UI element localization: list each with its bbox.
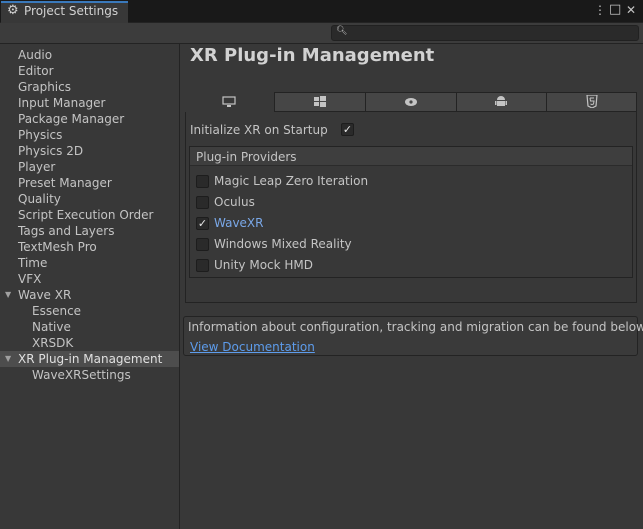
- sidebar-item-player[interactable]: Player: [0, 159, 179, 175]
- info-text: Information about configuration, trackin…: [188, 320, 643, 334]
- page-title: XR Plug-in Management: [190, 45, 435, 66]
- sidebar-item-label: Preset Manager: [18, 176, 112, 190]
- sidebar-item-quality[interactable]: Quality: [0, 191, 179, 207]
- sidebar-item-label: Editor: [18, 64, 54, 78]
- initialize-xr-label: Initialize XR on Startup: [190, 123, 328, 137]
- sidebar-item-time[interactable]: Time: [0, 255, 179, 271]
- sidebar-item-xrsdk[interactable]: XRSDK: [0, 335, 179, 351]
- search-input[interactable]: [331, 25, 639, 41]
- windows-icon: [314, 96, 326, 107]
- sidebar-item-package-manager[interactable]: Package Manager: [0, 111, 179, 127]
- provider-checkbox[interactable]: ✓: [196, 217, 209, 230]
- sidebar-item-graphics[interactable]: Graphics: [0, 79, 179, 95]
- sidebar-item-tags-and-layers[interactable]: Tags and Layers: [0, 223, 179, 239]
- sidebar-item-label: Quality: [18, 192, 61, 206]
- sidebar-item-wavexrsettings[interactable]: WaveXRSettings: [0, 367, 179, 383]
- lumin-icon: [405, 98, 417, 106]
- sidebar-item-vfx[interactable]: VFX: [0, 271, 179, 287]
- sidebar-item-label: Graphics: [18, 80, 71, 94]
- provider-checkbox[interactable]: [196, 196, 209, 209]
- provider-label[interactable]: Unity Mock HMD: [214, 258, 313, 272]
- sidebar-item-label: Physics 2D: [18, 144, 84, 158]
- sidebar-item-label: VFX: [18, 272, 42, 286]
- sidebar-item-label: Essence: [32, 304, 82, 318]
- kebab-menu-icon[interactable]: ⋮: [594, 3, 606, 17]
- sidebar-item-script-execution-order[interactable]: Script Execution Order: [0, 207, 179, 223]
- sidebar-item-label: Tags and Layers: [18, 224, 115, 238]
- provider-label[interactable]: WaveXR: [214, 216, 264, 230]
- sidebar-item-physics-2d[interactable]: Physics 2D: [0, 143, 179, 159]
- provider-label[interactable]: Oculus: [214, 195, 255, 209]
- sidebar-item-label: XR Plug-in Management: [18, 352, 163, 366]
- provider-label[interactable]: Windows Mixed Reality: [214, 237, 352, 251]
- sidebar-item-input-manager[interactable]: Input Manager: [0, 95, 179, 111]
- expand-arrow-icon[interactable]: ▼: [5, 351, 11, 367]
- sidebar-item-preset-manager[interactable]: Preset Manager: [0, 175, 179, 191]
- view-documentation-link[interactable]: View Documentation: [190, 340, 315, 354]
- sidebar-item-audio[interactable]: Audio: [0, 47, 179, 63]
- initialize-xr-checkbox[interactable]: ✓: [341, 123, 354, 136]
- provider-label[interactable]: Magic Leap Zero Iteration: [214, 174, 368, 188]
- sidebar-item-wave-xr[interactable]: ▼ Wave XR: [0, 287, 179, 303]
- sidebar-item-label: Input Manager: [18, 96, 106, 110]
- tab-title: Project Settings: [24, 4, 119, 18]
- sidebar-item-label: XRSDK: [32, 336, 74, 350]
- provider-checkbox[interactable]: [196, 259, 209, 272]
- maximize-icon[interactable]: □: [609, 2, 621, 17]
- gear-icon: ⚙: [7, 3, 19, 18]
- sidebar-item-essence[interactable]: Essence: [0, 303, 179, 319]
- sidebar-item-xr-plug-in-management[interactable]: ▼ XR Plug-in Management: [0, 351, 179, 367]
- search-icon: 🔍︎: [336, 26, 348, 36]
- sidebar-item-textmesh-pro[interactable]: TextMesh Pro: [0, 239, 179, 255]
- provider-checkbox[interactable]: [196, 238, 209, 251]
- plugin-providers-title: Plug-in Providers: [196, 150, 297, 164]
- android-icon: [495, 96, 507, 106]
- provider-checkbox[interactable]: [196, 175, 209, 188]
- sidebar-item-label: WaveXRSettings: [32, 368, 131, 382]
- desktop-icon: [222, 96, 236, 107]
- sidebar-item-label: Time: [18, 256, 48, 270]
- close-icon[interactable]: ✕: [626, 3, 636, 17]
- sidebar-item-label: TextMesh Pro: [18, 240, 97, 254]
- sidebar-item-label: Audio: [18, 48, 53, 62]
- sidebar-item-physics[interactable]: Physics: [0, 127, 179, 143]
- sidebar-item-label: Player: [18, 160, 56, 174]
- sidebar-item-label: Script Execution Order: [18, 208, 154, 222]
- html5-icon: [586, 95, 598, 108]
- sidebar-item-editor[interactable]: Editor: [0, 63, 179, 79]
- sidebar-item-label: Package Manager: [18, 112, 125, 126]
- sidebar-item-label: Physics: [18, 128, 63, 142]
- expand-arrow-icon[interactable]: ▼: [5, 287, 11, 303]
- sidebar-item-native[interactable]: Native: [0, 319, 179, 335]
- sidebar-item-label: Native: [32, 320, 71, 334]
- sidebar-item-label: Wave XR: [18, 288, 72, 302]
